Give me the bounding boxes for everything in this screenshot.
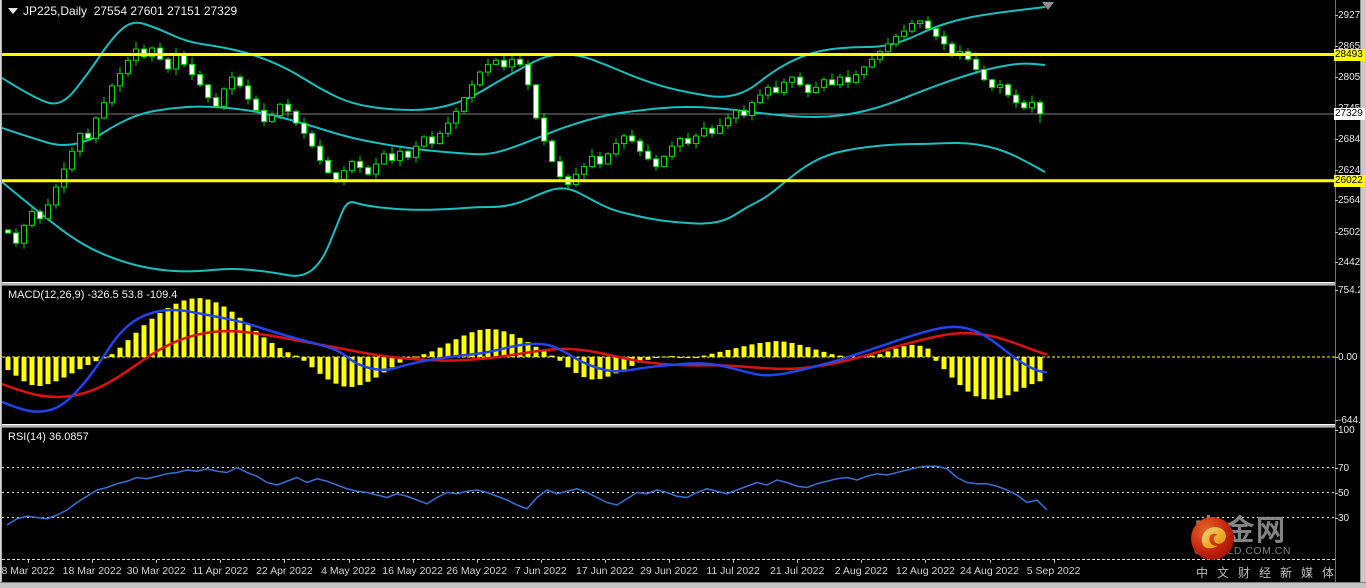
time-axis-tick [861,560,863,563]
time-axis-label: 18 Mar 2022 [62,565,122,577]
time-axis-label: 16 May 2022 [382,565,443,577]
time-axis-tick [989,560,991,563]
time-axis-tick [797,560,799,563]
window-right-border [1360,0,1366,588]
price-tag-support: 26022 [1334,174,1365,187]
time-axis-label: 21 Jul 2022 [770,565,825,577]
rsi-axis-label: 100 [1335,425,1355,436]
time-axis-tick [156,560,158,563]
time-axis-tick [220,560,222,563]
rsi-value: 36.0857 [48,431,89,443]
time-axis[interactable]: 8 Mar 2022 18 Mar 2022 30 Mar 2022 11 Apr 2… [1,559,1335,582]
rsi-panel[interactable]: RSI(14) 36.0857 [2,428,1335,561]
time-axis-label: 7 Jun 2022 [514,565,567,577]
time-axis-label: 30 Mar 2022 [126,565,186,577]
time-axis-label: 2 Aug 2022 [834,565,888,577]
chart-window: JP225,Daily 27554 27601 27151 27329 MACD… [0,0,1366,588]
time-axis-tick [412,560,414,563]
macd-axis-label: 0.00 [1334,352,1358,363]
time-axis-label: 17 Jun 2022 [575,565,634,577]
window-left-border [0,0,2,588]
time-axis-label: 29 Jun 2022 [640,565,698,577]
watermark-tagline: 中文财经新媒体 [1196,566,1344,580]
time-axis-tick [733,560,735,563]
time-axis-label: 22 Apr 2022 [256,565,313,577]
symbol-title: JP225,Daily 27554 27601 27151 27329 [8,4,237,18]
macd-label: MACD(12,26,9) [8,289,85,301]
symbol-period-label: JP225,Daily [23,4,88,18]
time-axis-tick [540,560,542,563]
time-axis-label: 11 Jul 2022 [706,565,760,577]
rsi-axis-label: 50 [1334,487,1350,499]
time-axis-label: 5 Sep 2022 [1026,565,1081,577]
rsi-canvas[interactable] [2,428,1335,561]
rsi-axis-label: 30 [1334,512,1350,524]
main-chart-panel[interactable]: JP225,Daily 27554 27601 27151 27329 [2,0,1335,283]
watermark: 中金网 CNGOLD.COM.CN [1190,516,1291,560]
time-axis-label: 11 Apr 2022 [192,565,249,577]
time-axis-label: 24 Aug 2022 [960,565,1019,577]
macd-title: MACD(12,26,9) -326.5 53.8 -109.4 [8,289,177,301]
rsi-label: RSI(14) [8,431,46,443]
price-tag-resistance: 28493 [1334,48,1365,61]
ohlc-summary-label: 27554 27601 27151 27329 [93,4,238,18]
time-axis-tick [669,560,670,563]
macd-canvas[interactable] [2,286,1335,424]
time-axis-tick [28,560,29,563]
rsi-title: RSI(14) 36.0857 [8,431,89,443]
time-axis-tick [284,560,286,563]
time-axis-tick [92,560,94,563]
macd-panel[interactable]: MACD(12,26,9) -326.5 53.8 -109.4 [2,286,1335,424]
rsi-axis-label: 70 [1334,462,1350,474]
macd-values: -326.5 53.8 -109.4 [87,289,178,301]
time-axis-tick [604,560,606,563]
price-tag-current: 27329 [1334,108,1365,120]
time-axis-label: 26 May 2022 [446,565,508,577]
time-axis-tick [1053,560,1055,563]
time-axis-tick [476,560,478,563]
symbol-dropdown-icon[interactable] [8,8,18,14]
cngold-logo-icon [1191,517,1234,560]
time-axis-label: 12 Aug 2022 [895,565,955,577]
time-axis-label: 4 May 2022 [321,565,376,577]
window-bottom-border [0,582,1366,588]
main-chart-canvas[interactable] [2,0,1335,283]
price-axis[interactable]: 28493 27329 26022 2927028655280552745526… [1334,0,1366,582]
time-axis-label: 8 Mar 2022 [1,565,55,577]
time-axis-tick [348,560,350,563]
chart-shift-icon[interactable] [1042,2,1054,10]
time-axis-tick [925,560,927,563]
